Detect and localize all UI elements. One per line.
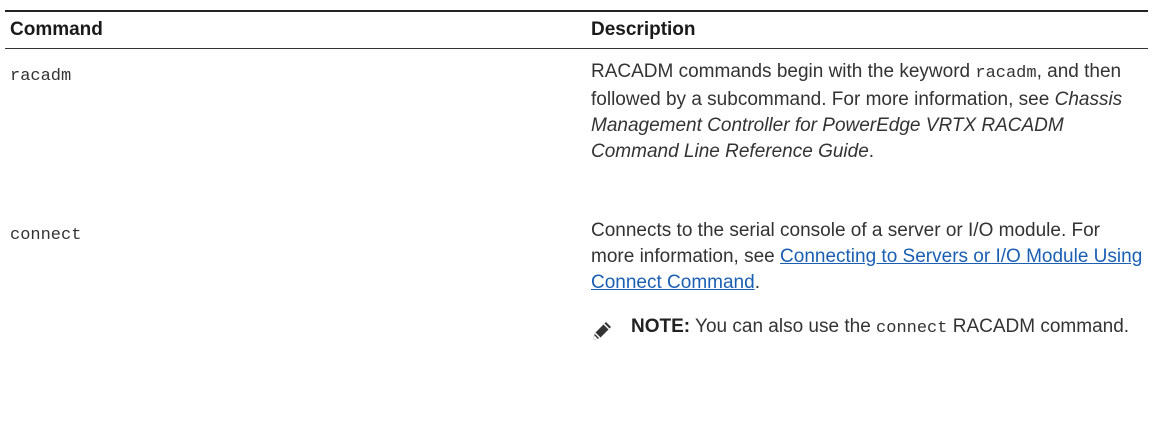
description-cell: Connects to the serial console of a serv…: [591, 217, 1148, 350]
table-row: connect Connects to the serial console o…: [5, 217, 1148, 350]
command-cell: connect: [10, 226, 82, 245]
note-pencil-icon: [591, 314, 631, 350]
table-row: racadm RACADM commands begin with the ke…: [5, 49, 1148, 217]
note-label: NOTE:: [631, 316, 691, 337]
header-description: Description: [591, 19, 696, 40]
command-table: Command Description racadm RACADM comman…: [5, 10, 1148, 350]
description-text: .: [868, 141, 875, 162]
note-body: NOTE: You can also use the connect RACAD…: [631, 314, 1148, 350]
description-text: .: [754, 272, 760, 293]
header-command: Command: [10, 19, 103, 40]
inline-code: connect: [876, 319, 948, 338]
note-box: NOTE: You can also use the connect RACAD…: [591, 314, 1148, 350]
description-paragraph: Connects to the serial console of a serv…: [591, 218, 1148, 296]
note-text: You can also use the: [695, 316, 871, 337]
description-text: RACADM commands begin with the keyword: [591, 61, 971, 82]
inline-code: racadm: [975, 64, 1037, 83]
command-cell: racadm: [10, 67, 72, 86]
note-text: RACADM command.: [952, 316, 1130, 337]
table-header-row: Command Description: [5, 12, 1148, 48]
description-cell: RACADM commands begin with the keyword r…: [591, 49, 1148, 217]
